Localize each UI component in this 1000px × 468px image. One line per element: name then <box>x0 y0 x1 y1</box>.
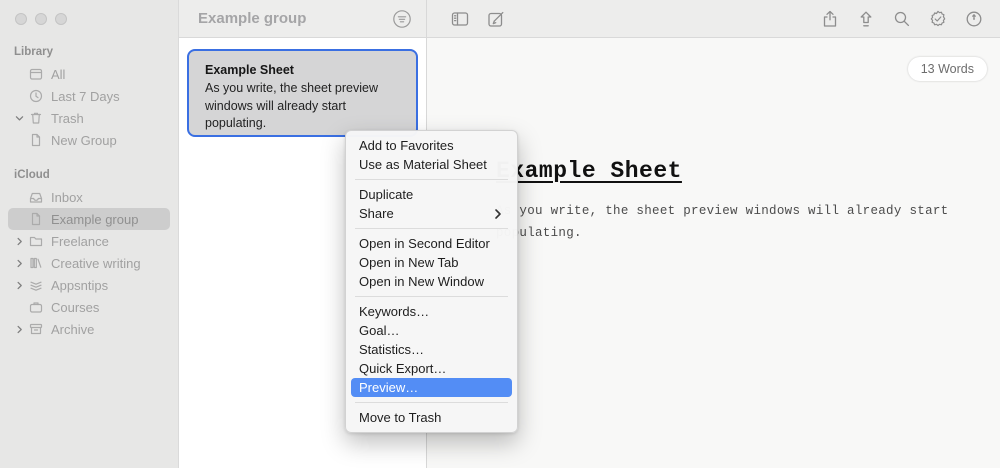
sidebar-item-appsntips[interactable]: Appsntips <box>8 274 170 296</box>
sidebar-item-last-7-days[interactable]: Last 7 Days <box>8 85 170 107</box>
archive-icon <box>28 321 44 337</box>
menu-item-label: Statistics… <box>359 342 424 357</box>
sidebar-item-label: Appsntips <box>51 278 108 293</box>
chevron-right-icon[interactable] <box>10 255 28 271</box>
sidebar-item-creative-writing[interactable]: Creative writing <box>8 252 170 274</box>
trash-icon <box>28 110 44 126</box>
chevron-right-icon[interactable] <box>10 277 28 293</box>
sheet-card-example-sheet[interactable]: Example Sheet As you write, the sheet pr… <box>187 49 418 137</box>
inbox-icon <box>28 189 44 205</box>
menu-separator <box>355 402 508 403</box>
sidebar-item-trash[interactable]: Trash <box>8 107 170 129</box>
menu-item-duplicate[interactable]: Duplicate <box>351 185 512 204</box>
sidebar-item-example-group[interactable]: Example group <box>8 208 170 230</box>
toolbar-right-group <box>820 9 984 29</box>
sidebar-item-freelance[interactable]: Freelance <box>8 230 170 252</box>
menu-separator <box>355 228 508 229</box>
chevron-down-icon[interactable] <box>10 110 28 126</box>
sidebar-item-archive[interactable]: Archive <box>8 318 170 340</box>
menu-item-label: Move to Trash <box>359 410 441 425</box>
dashboard-icon[interactable] <box>964 9 984 29</box>
sidebar-item-label: Courses <box>51 300 99 315</box>
menu-item-label: Add to Favorites <box>359 138 454 153</box>
menu-item-label: Share <box>359 206 394 221</box>
toolbar-left-group <box>450 9 506 29</box>
sheet-title-text[interactable]: Example Sheet <box>496 158 974 184</box>
folder-icon <box>28 233 44 249</box>
publish-icon[interactable] <box>856 9 876 29</box>
sidebar-item-label: Trash <box>51 111 84 126</box>
menu-item-open-in-new-window[interactable]: Open in New Window <box>351 272 512 291</box>
compose-icon[interactable] <box>486 9 506 29</box>
filter-circle-icon[interactable] <box>392 9 412 29</box>
minimize-button[interactable] <box>35 13 47 25</box>
sidebar-item-label: Freelance <box>51 234 109 249</box>
app-window: Library All Last 7 Days Trash <box>0 0 1000 468</box>
briefcase-icon <box>28 299 44 315</box>
window-controls <box>0 0 178 38</box>
menu-separator <box>355 179 508 180</box>
sidebar-item-inbox[interactable]: Inbox <box>8 186 170 208</box>
sheet-list: Example Sheet As you write, the sheet pr… <box>179 38 426 137</box>
menu-item-label: Use as Material Sheet <box>359 157 487 172</box>
sheet-body-text[interactable]: As you write, the sheet preview windows … <box>496 200 974 244</box>
revision-seal-icon[interactable] <box>928 9 948 29</box>
sheet-list-header: Example group <box>179 0 426 38</box>
menu-item-add-to-favorites[interactable]: Add to Favorites <box>351 136 512 155</box>
sidebar-item-new-group[interactable]: New Group <box>26 129 170 151</box>
menu-item-label: Goal… <box>359 323 399 338</box>
books-icon <box>28 255 44 271</box>
menu-item-open-in-second-editor[interactable]: Open in Second Editor <box>351 234 512 253</box>
sidebar-item-label: Last 7 Days <box>51 89 120 104</box>
search-icon[interactable] <box>892 9 912 29</box>
sidebar-item-label: Archive <box>51 322 94 337</box>
sidebar-item-courses[interactable]: Courses <box>8 296 170 318</box>
submenu-chevron-right-icon <box>492 208 504 220</box>
sidebar-item-all[interactable]: All <box>8 63 170 85</box>
menu-item-label: Duplicate <box>359 187 413 202</box>
menu-item-open-in-new-tab[interactable]: Open in New Tab <box>351 253 512 272</box>
box-icon <box>28 66 44 82</box>
context-menu: Add to Favorites Use as Material Sheet D… <box>345 130 518 433</box>
sheet-icon <box>28 211 44 227</box>
sidebar-item-label: Inbox <box>51 190 83 205</box>
sidebar-item-label: New Group <box>51 133 117 148</box>
sidebar-item-label: Example group <box>51 212 138 227</box>
sheet-icon <box>28 132 44 148</box>
share-icon[interactable] <box>820 9 840 29</box>
group-title: Example group <box>198 10 306 27</box>
stack-icon <box>28 277 44 293</box>
menu-item-label: Open in New Window <box>359 274 484 289</box>
editor-toolbar <box>427 0 1000 38</box>
menu-item-goal[interactable]: Goal… <box>351 321 512 340</box>
menu-item-share[interactable]: Share <box>351 204 512 223</box>
sheet-card-title: Example Sheet <box>205 63 400 77</box>
menu-item-quick-export[interactable]: Quick Export… <box>351 359 512 378</box>
library-sidebar: Library All Last 7 Days Trash <box>0 0 178 468</box>
menu-item-move-to-trash[interactable]: Move to Trash <box>351 408 512 427</box>
sidebar-toggle-icon[interactable] <box>450 9 470 29</box>
zoom-button[interactable] <box>55 13 67 25</box>
menu-item-statistics[interactable]: Statistics… <box>351 340 512 359</box>
menu-item-label: Quick Export… <box>359 361 446 376</box>
menu-separator <box>355 296 508 297</box>
icloud-section-header: iCloud <box>0 161 178 186</box>
library-section-header: Library <box>0 38 178 63</box>
menu-item-label: Keywords… <box>359 304 429 319</box>
menu-item-preview[interactable]: Preview… <box>351 378 512 397</box>
word-count-badge[interactable]: 13 Words <box>908 57 987 81</box>
chevron-right-icon[interactable] <box>10 233 28 249</box>
sidebar-item-label: Creative writing <box>51 256 141 271</box>
menu-item-label: Open in Second Editor <box>359 236 490 251</box>
sheet-card-preview: As you write, the sheet preview windows … <box>205 80 405 133</box>
clock-icon <box>28 88 44 104</box>
menu-item-keywords[interactable]: Keywords… <box>351 302 512 321</box>
editor-text[interactable]: Example Sheet As you write, the sheet pr… <box>496 158 974 244</box>
menu-item-use-as-material-sheet[interactable]: Use as Material Sheet <box>351 155 512 174</box>
sidebar-item-label: All <box>51 67 65 82</box>
close-button[interactable] <box>15 13 27 25</box>
chevron-right-icon[interactable] <box>10 321 28 337</box>
menu-item-label: Preview… <box>359 380 418 395</box>
menu-item-label: Open in New Tab <box>359 255 459 270</box>
